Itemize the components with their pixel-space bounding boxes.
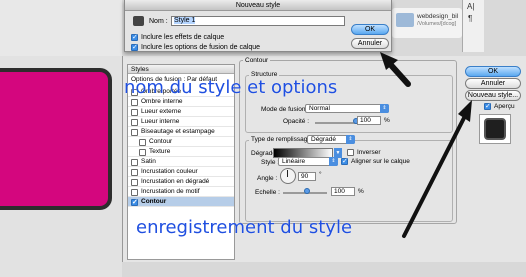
arrow-to-sheet (387, 61, 411, 87)
annotation-style-name: nom du style et options (124, 77, 338, 98)
annotation-save-style: enregistrement du style (136, 217, 353, 238)
arrow-to-new-style (402, 112, 468, 238)
